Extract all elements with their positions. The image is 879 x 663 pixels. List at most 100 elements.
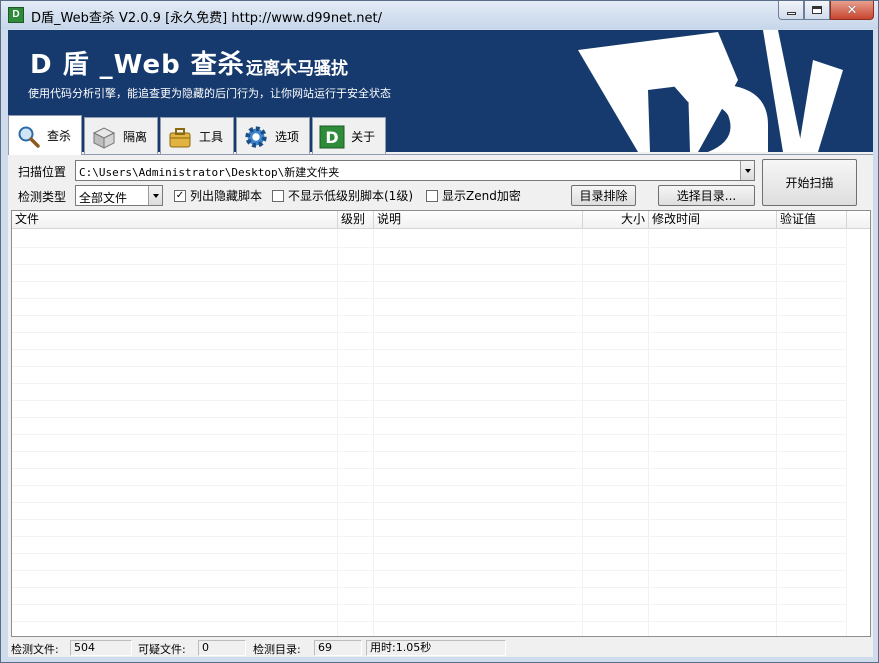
title-bar[interactable]: D D盾_Web查杀 V2.0.9 [永久免费] http://www.d99n… [1, 1, 878, 29]
main-tabs: 查杀 隔离 工具 选项 D 关于 [8, 115, 388, 155]
row-line [12, 570, 847, 571]
row-line [12, 621, 847, 622]
tab-options[interactable]: 选项 [236, 117, 311, 155]
maximize-icon [812, 6, 822, 14]
scan-toolbar: 扫描位置 C:\Users\Administrator\Desktop\新建文件… [8, 154, 873, 210]
banner-tagline: 远离木马骚扰 [246, 59, 348, 79]
list-hidden-checkbox[interactable]: ✓ 列出隐藏脚本 [174, 187, 262, 204]
tab-about[interactable]: D 关于 [312, 117, 387, 155]
row-line [12, 434, 847, 435]
dirs-checked-value: 69 [314, 640, 362, 656]
row-line [12, 400, 847, 401]
magnifier-icon [15, 123, 41, 149]
row-line [12, 247, 847, 248]
scan-type-label: 检测类型 [18, 190, 67, 204]
row-line [12, 281, 847, 282]
grid-line [373, 230, 374, 636]
grid-line [337, 230, 338, 636]
row-line [12, 366, 847, 367]
grid-line [846, 230, 847, 636]
isolation-box-icon [91, 124, 117, 150]
checkbox-box[interactable] [272, 189, 284, 202]
tab-tools-label: 工具 [199, 130, 224, 144]
row-line [12, 451, 847, 452]
row-line [12, 604, 847, 605]
row-line [12, 417, 847, 418]
scan-type-value: 全部文件 [79, 191, 128, 205]
d-logo-icon: D [319, 124, 345, 150]
row-line [12, 485, 847, 486]
start-scan-button[interactable]: 开始扫描 [762, 159, 857, 206]
suspicious-files-label: 可疑文件: [138, 643, 186, 656]
column-header-size[interactable]: 大小 [583, 211, 649, 229]
tab-tools[interactable]: 工具 [160, 117, 235, 155]
dirs-checked-label: 检测目录: [253, 643, 301, 656]
maximize-button[interactable] [804, 1, 830, 20]
grid-line [648, 230, 649, 636]
row-line [12, 383, 847, 384]
files-checked-value: 504 [70, 640, 132, 656]
column-header-checksum[interactable]: 验证值 [777, 211, 847, 229]
tab-scan[interactable]: 查杀 [8, 115, 83, 155]
files-checked-label: 检测文件: [11, 643, 59, 656]
row-line [12, 519, 847, 520]
show-zend-label: 显示Zend加密 [442, 189, 521, 203]
hide-lowlevel-checkbox[interactable]: 不显示低级别脚本(1级) [272, 187, 413, 204]
scan-location-combo[interactable]: C:\Users\Administrator\Desktop\新建文件夹 [75, 160, 755, 181]
select-dir-button[interactable]: 选择目录... [658, 185, 755, 206]
row-line [12, 264, 847, 265]
tab-options-label: 选项 [275, 130, 300, 144]
column-header-description[interactable]: 说明 [374, 211, 583, 229]
row-line [12, 315, 847, 316]
show-zend-checkbox[interactable]: 显示Zend加密 [426, 187, 521, 204]
chevron-down-icon [744, 168, 751, 173]
status-bar: 检测文件: 504 可疑文件: 0 检测目录: 69 用时:1.05秒 [8, 639, 873, 657]
tab-isolation[interactable]: 隔离 [84, 117, 159, 155]
column-header-level[interactable]: 级别 [338, 211, 374, 229]
row-line [12, 536, 847, 537]
minimize-button[interactable] [778, 1, 804, 20]
row-line [12, 298, 847, 299]
tab-about-label: 关于 [351, 130, 376, 144]
tab-scan-label: 查杀 [47, 129, 72, 143]
toolbox-icon [167, 124, 193, 150]
list-hidden-label: 列出隐藏脚本 [190, 189, 263, 203]
app-window: D D盾_Web查杀 V2.0.9 [永久免费] http://www.d99n… [0, 0, 879, 663]
minimize-icon [786, 11, 796, 15]
column-header-file[interactable]: 文件 [12, 211, 338, 229]
scan-location-dropdown[interactable] [740, 161, 754, 180]
svg-text:D: D [325, 128, 338, 147]
table-header: 文件 级别 说明 大小 修改时间 验证值 [12, 211, 870, 229]
row-line [12, 587, 847, 588]
row-line [12, 553, 847, 554]
client-area: D 盾 _Web 查杀 远离木马骚扰 使用代码分析引擎，能追查更为隐藏的后门行为… [8, 30, 873, 657]
grid-line [582, 230, 583, 636]
banner-subtitle: 使用代码分析引擎，能追查更为隐藏的后门行为，让你网站运行于安全状态 [28, 87, 391, 100]
checkbox-box[interactable]: ✓ [174, 189, 186, 202]
row-line [12, 468, 847, 469]
app-shield-icon[interactable]: D [8, 7, 24, 23]
suspicious-files-value: 0 [198, 640, 246, 656]
checkbox-box[interactable] [426, 189, 438, 202]
elapsed-time: 用时:1.05秒 [366, 640, 506, 656]
scan-type-dropdown[interactable] [148, 186, 162, 205]
column-header-modified[interactable]: 修改时间 [649, 211, 777, 229]
tab-isolation-label: 隔离 [123, 130, 148, 144]
d-logo-icon [578, 30, 843, 152]
row-line [12, 502, 847, 503]
banner-title: D 盾 _Web 查杀 [30, 50, 245, 80]
scan-location-value: C:\Users\Administrator\Desktop\新建文件夹 [79, 166, 340, 179]
window-title: D盾_Web查杀 V2.0.9 [永久免费] http://www.d99net… [31, 11, 383, 26]
close-button[interactable]: ✕ [830, 1, 874, 20]
hide-lowlevel-label: 不显示低级别脚本(1级) [288, 189, 413, 203]
scan-type-select[interactable]: 全部文件 [75, 185, 163, 206]
window-controls: ✕ [778, 1, 874, 20]
close-icon: ✕ [846, 2, 858, 18]
exclude-dir-button[interactable]: 目录排除 [571, 185, 636, 206]
chevron-down-icon [152, 193, 159, 198]
grid-line [776, 230, 777, 636]
row-line [12, 332, 847, 333]
row-line [12, 349, 847, 350]
results-table[interactable]: 文件 级别 说明 大小 修改时间 验证值 [11, 210, 871, 637]
table-body[interactable] [12, 230, 870, 636]
